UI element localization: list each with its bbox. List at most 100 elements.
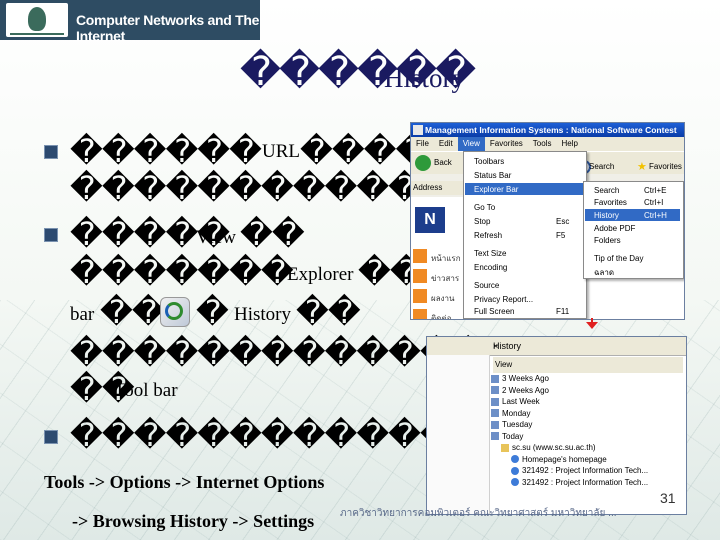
history-item-label: 2 Weeks Ago	[502, 385, 549, 395]
history-site[interactable]: sc.su (www.sc.su.ac.th)	[491, 442, 685, 454]
history-toolbar-icon	[160, 297, 190, 327]
page-number: 31	[660, 490, 676, 506]
submenu-item-search[interactable]: Search	[594, 186, 619, 195]
instruction-line-1: Tools -> Options -> Internet Options	[44, 472, 325, 492]
favorites-button-label[interactable]: Favorites	[649, 162, 682, 171]
close-icon[interactable]: ×	[493, 341, 680, 351]
menu-favorites[interactable]: Favorites	[485, 137, 528, 151]
calendar-icon	[491, 420, 499, 429]
menu-item-source[interactable]: Source	[474, 281, 499, 290]
history-left-pane	[427, 355, 490, 514]
bullet-text-latin: Tool bar	[114, 380, 178, 401]
bullet-text-latin: URL	[262, 141, 300, 162]
menu-item-stop[interactable]: Stop	[474, 217, 490, 226]
calendar-icon	[491, 432, 499, 441]
menu-tools[interactable]: Tools	[528, 137, 557, 151]
bullet-text: �����������	[70, 169, 421, 207]
menu-item-status-bar[interactable]: Status Bar	[474, 171, 511, 180]
calendar-icon	[491, 374, 499, 383]
calendar-icon	[491, 386, 499, 395]
submenu-item-folders[interactable]: Folders	[594, 236, 621, 245]
bullet-text-latin: History	[234, 304, 291, 325]
side-bullet-icon	[413, 289, 427, 303]
history-page[interactable]: Homepage's homepage	[491, 454, 685, 466]
submenu-item-thai[interactable]: ฉลาด	[594, 266, 614, 279]
back-button-label[interactable]: Back	[434, 158, 452, 167]
menu-item-explorer-bar[interactable]: Explorer Bar	[474, 185, 518, 194]
bullet-marker	[44, 430, 58, 444]
pointer-arrow-head	[586, 322, 598, 329]
history-item[interactable]: Today	[491, 431, 685, 443]
submenu-item-history[interactable]: History	[594, 211, 619, 220]
bullet-text-latin: bar	[70, 304, 95, 325]
history-item-label: Today	[502, 431, 524, 441]
history-site-label: sc.su (www.sc.su.ac.th)	[512, 443, 596, 452]
calendar-icon	[491, 397, 499, 406]
bullet-text: ��	[240, 215, 305, 253]
history-item-label: Last Week	[502, 397, 540, 406]
header-title: Computer Networks and The Internet	[76, 12, 260, 44]
history-view-button[interactable]: View	[495, 360, 512, 369]
submenu-item-tip-of-day[interactable]: Tip of the Day	[594, 254, 644, 263]
side-link[interactable]: หน้าแรก	[431, 252, 461, 265]
menu-help[interactable]: Help	[556, 137, 582, 151]
menu-item-privacy-report[interactable]: Privacy Report...	[474, 295, 533, 304]
history-item[interactable]: Monday	[491, 408, 685, 420]
menu-item-encoding[interactable]: Encoding	[474, 263, 507, 272]
bullet-text: ������	[70, 132, 262, 170]
menu-item-toolbars[interactable]: Toolbars	[474, 157, 504, 166]
menu-view[interactable]: View	[457, 137, 485, 151]
history-item[interactable]: 3 Weeks Ago	[491, 373, 685, 385]
side-bullet-icon	[413, 309, 427, 319]
menu-edit[interactable]: Edit	[434, 137, 458, 151]
submenu-item-favorites[interactable]: Favorites	[594, 198, 627, 207]
history-page[interactable]: 321492 : Project Information Tech...	[491, 465, 685, 477]
side-bullet-icon	[413, 249, 427, 263]
side-bullet-icon	[413, 269, 427, 283]
search-button-label[interactable]: Search	[589, 162, 614, 171]
bullet-marker	[44, 145, 58, 159]
bullet-text: �������������	[70, 334, 485, 372]
view-dropdown-menu: Toolbars Status Bar Explorer Bar Go To S…	[463, 151, 587, 319]
history-item[interactable]: Last Week	[491, 396, 685, 408]
history-item[interactable]: Tuesday	[491, 419, 685, 431]
bullet-text-latin: View	[196, 227, 237, 248]
nsc-logo: N	[415, 207, 445, 233]
history-pane-header: History ×	[427, 337, 686, 356]
menu-item-go-to[interactable]: Go To	[474, 203, 495, 212]
ie-page-icon	[511, 478, 519, 487]
history-item[interactable]: 2 Weeks Ago	[491, 385, 685, 397]
history-view-toolbar: View	[493, 357, 683, 373]
ie-page-icon	[511, 466, 519, 475]
university-logo	[6, 3, 68, 37]
folder-icon	[501, 443, 509, 452]
shortcut-label: Esc	[556, 217, 570, 226]
side-link[interactable]: ผลงาน	[431, 292, 454, 305]
shortcut-label: F5	[556, 231, 566, 240]
favorites-star-icon[interactable]: ★	[637, 160, 647, 173]
back-arrow-icon[interactable]	[415, 155, 431, 171]
shortcut-label: F11	[556, 307, 570, 316]
history-item-label: Tuesday	[502, 420, 533, 429]
bullet-text: �������	[70, 253, 294, 291]
instruction-line-2: -> Browsing History -> Settings	[72, 511, 315, 531]
side-link[interactable]: ติดต่อ	[431, 312, 451, 319]
explorer-bar-submenu: Search Ctrl+E Favorites Ctrl+I History C…	[583, 181, 684, 279]
history-item-label: 3 Weeks Ago	[502, 374, 549, 383]
menu-item-text-size[interactable]: Text Size	[474, 249, 506, 258]
history-page[interactable]: 321492 : Project Information Tech...	[491, 477, 685, 489]
history-page-label: 321492 : Project Information Tech...	[522, 477, 649, 487]
menu-item-full-screen[interactable]: Full Screen	[474, 307, 514, 316]
ie-menu-bar: File Edit View Favorites Tools Help	[411, 137, 684, 151]
ie-window-title: Management Information Systems : Nationa…	[425, 125, 677, 135]
calendar-icon	[491, 409, 499, 418]
history-page-label: Homepage's homepage	[522, 454, 607, 464]
history-list: 3 Weeks Ago 2 Weeks Ago Last Week Monday…	[491, 373, 685, 488]
menu-file[interactable]: File	[411, 137, 434, 151]
slide-title-latin: History	[384, 63, 465, 93]
menu-item-refresh[interactable]: Refresh	[474, 231, 502, 240]
submenu-item-adobe-pdf[interactable]: Adobe PDF	[594, 224, 635, 233]
history-item-label: Monday	[502, 408, 531, 418]
ie-view-menu-screenshot: Management Information Systems : Nationa…	[410, 122, 685, 320]
side-link[interactable]: ข่าวสาร	[431, 272, 459, 285]
